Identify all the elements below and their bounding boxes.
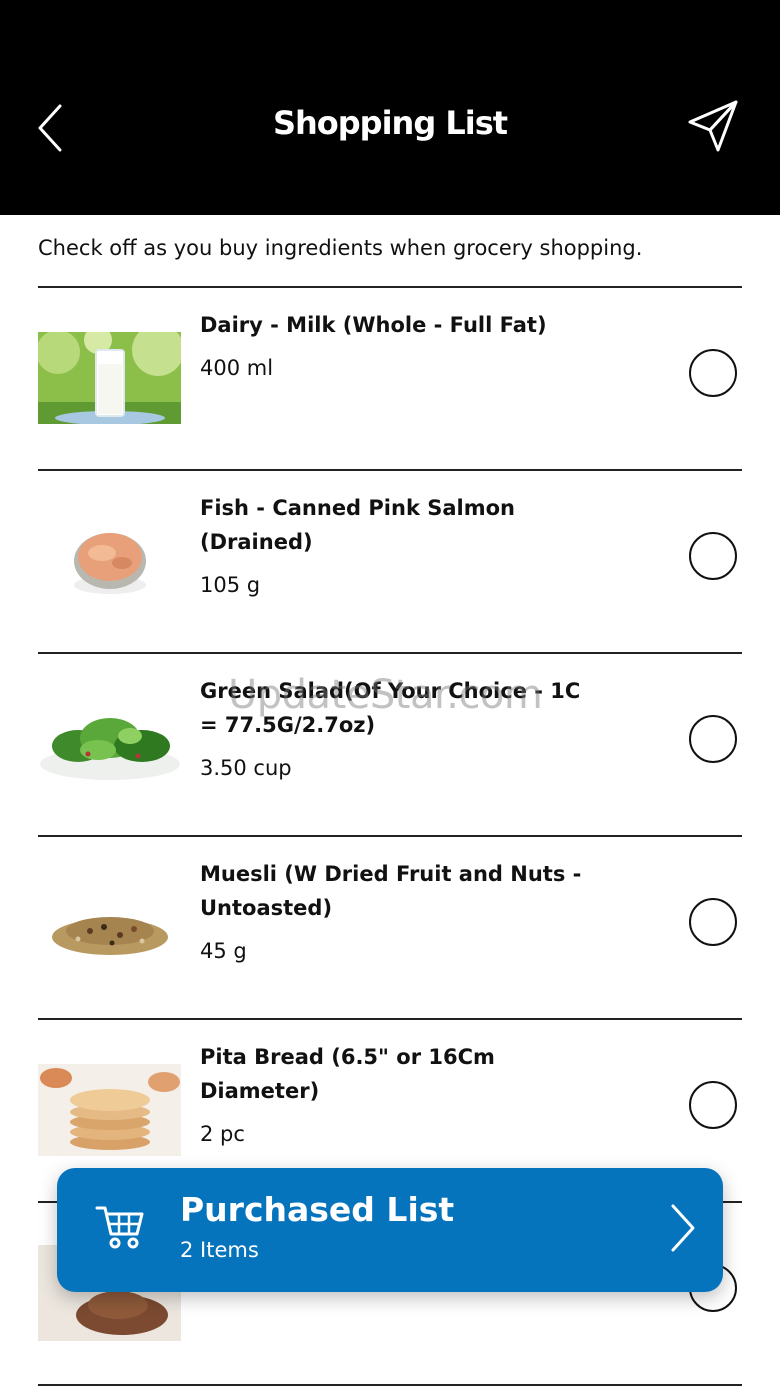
item-quantity: 400 ml — [200, 356, 274, 380]
item-name: Dairy - Milk (Whole - Full Fat) — [200, 313, 547, 337]
purchased-list-title: Purchased List — [180, 1190, 455, 1229]
item-checkbox[interactable] — [689, 1081, 737, 1129]
item-quantity: 3.50 cup — [200, 756, 292, 780]
pita-image — [38, 1064, 181, 1156]
item-quantity: 45 g — [200, 939, 247, 963]
item-name: Fish - Canned Pink Salmon (Drained) — [200, 496, 515, 554]
item-checkbox[interactable] — [689, 349, 737, 397]
list-item: Fish - Canned Pink Salmon (Drained) 105 … — [0, 469, 780, 652]
list-item: Dairy - Milk (Whole - Full Fat) 400 ml — [0, 286, 780, 469]
item-checkbox[interactable] — [689, 715, 737, 763]
share-button[interactable] — [686, 98, 742, 154]
item-name: Green Salad(Of Your Choice - 1C = 77.5G/… — [200, 679, 581, 737]
page-title: Shopping List — [272, 104, 508, 142]
item-checkbox[interactable] — [689, 532, 737, 580]
salad-image — [38, 698, 181, 790]
list-divider — [38, 1384, 742, 1386]
milk-image — [38, 332, 181, 424]
purchased-list-button[interactable]: Purchased List 2 Items — [57, 1168, 723, 1292]
purchased-count: 2 Items — [180, 1238, 259, 1262]
item-quantity: 105 g — [200, 573, 261, 597]
chevron-right-icon — [667, 1202, 697, 1254]
item-name: Muesli (W Dried Fruit and Nuts - Untoast… — [200, 862, 582, 920]
shopping-cart-icon — [95, 1200, 147, 1252]
list-item: Green Salad(Of Your Choice - 1C = 77.5G/… — [0, 652, 780, 835]
muesli-image — [38, 881, 181, 973]
paper-plane-icon — [688, 100, 738, 152]
item-name: Pita Bread (6.5" or 16Cm Diameter) — [200, 1045, 495, 1103]
item-checkbox[interactable] — [689, 898, 737, 946]
item-quantity: 2 pc — [200, 1122, 245, 1146]
salmon-image — [38, 515, 181, 607]
app-header: Shopping List — [0, 0, 780, 215]
list-item: Muesli (W Dried Fruit and Nuts - Untoast… — [0, 835, 780, 1018]
intro-text: Check off as you buy ingredients when gr… — [38, 236, 643, 260]
